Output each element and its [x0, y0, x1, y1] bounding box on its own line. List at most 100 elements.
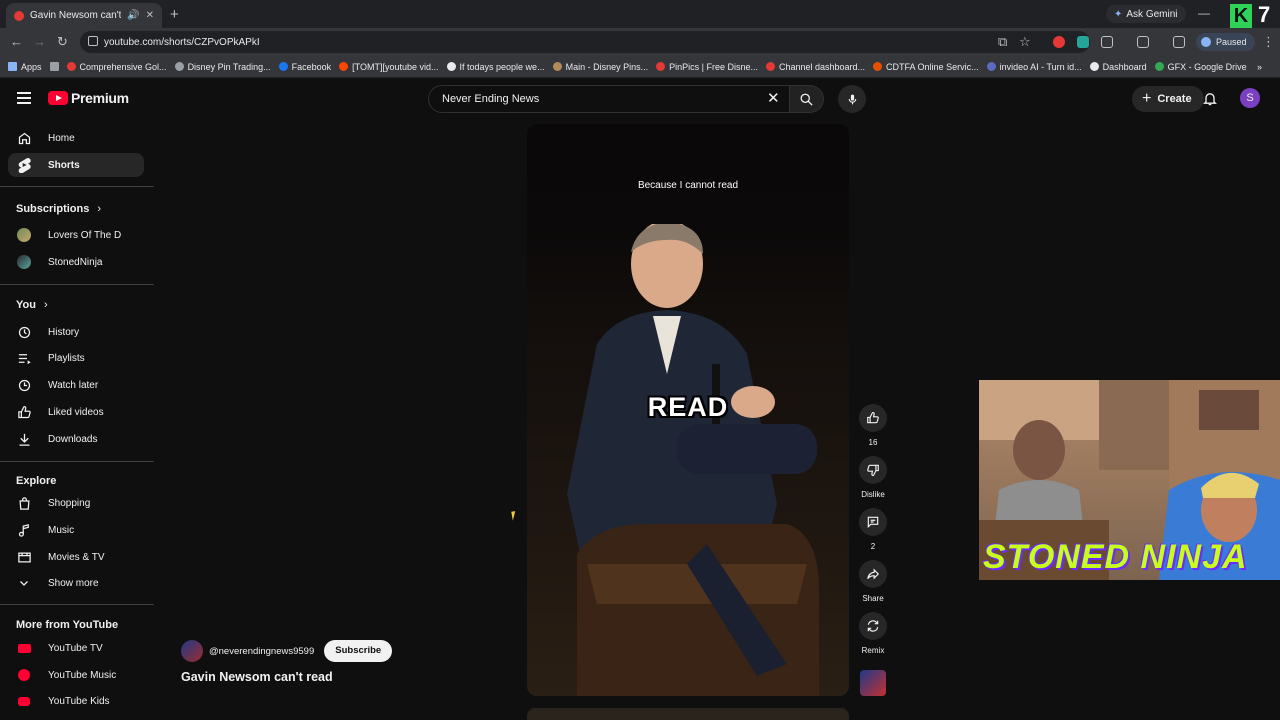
- sidebar-item-label: Show more: [48, 577, 99, 589]
- search-input[interactable]: Never Ending News: [428, 85, 790, 113]
- back-icon[interactable]: ←: [10, 34, 23, 49]
- search-button[interactable]: [790, 85, 824, 113]
- more-from-youtube-heading: More from YouTube: [16, 619, 119, 631]
- notifications-icon[interactable]: [1202, 90, 1218, 112]
- channel-avatar[interactable]: [181, 640, 203, 662]
- tiktok-icon: [446, 62, 456, 71]
- sidebar-item-playlists[interactable]: Playlists: [8, 346, 144, 370]
- sidebar-item-liked-videos[interactable]: Liked videos: [8, 400, 144, 424]
- sidebar-item-show-more[interactable]: Show more: [8, 571, 144, 595]
- sidebar-item-home[interactable]: Home: [8, 126, 144, 150]
- profile-paused-button[interactable]: Paused: [1196, 33, 1255, 51]
- gemini-icon: ✦: [1114, 8, 1123, 20]
- explore-heading: Explore: [16, 475, 57, 487]
- youtube-kids-icon: [16, 693, 32, 709]
- youtube-header: Premium Never Ending News ✕ + Create S: [0, 78, 1280, 120]
- reload-icon[interactable]: ↻: [57, 34, 68, 50]
- bookmark-item[interactable]: CDTFA Online Servic...: [873, 62, 979, 72]
- logo-text: Premium: [71, 90, 129, 106]
- account-avatar[interactable]: S: [1240, 88, 1260, 108]
- create-button[interactable]: + Create: [1132, 86, 1204, 112]
- extensions-puzzle-icon[interactable]: [1101, 36, 1113, 48]
- speaker-icon[interactable]: 🔊: [127, 10, 139, 21]
- bookmark-star-icon[interactable]: ☆: [1019, 34, 1031, 50]
- bookmark-item[interactable]: Comprehensive Gol...: [66, 62, 167, 72]
- tab-title: Gavin Newsom can't read: [30, 10, 122, 21]
- extension-red-icon[interactable]: [1053, 36, 1065, 48]
- like-button[interactable]: 16: [858, 404, 888, 447]
- sidebar-item-youtube-music[interactable]: YouTube Music: [8, 663, 144, 687]
- next-short-preview[interactable]: [527, 708, 849, 720]
- new-tab-icon[interactable]: +: [170, 6, 179, 23]
- menu-icon[interactable]: [17, 92, 31, 104]
- bookmark-item[interactable]: If todays people we...: [446, 62, 545, 72]
- chevron-down-icon: [16, 575, 32, 591]
- thumbs-up-icon: [859, 404, 887, 432]
- voice-search-button[interactable]: [838, 85, 866, 113]
- bookmark-grid[interactable]: [49, 62, 59, 71]
- audio-source-thumbnail[interactable]: [860, 670, 886, 696]
- sidebar-item-label: YouTube TV: [48, 642, 103, 654]
- comment-icon: [859, 508, 887, 536]
- close-tab-icon[interactable]: ✕: [146, 10, 154, 21]
- install-app-icon[interactable]: ⧉: [998, 34, 1007, 50]
- sidebar-item-history[interactable]: History: [8, 320, 144, 344]
- sidebar-item-watch-later[interactable]: Watch later: [8, 373, 144, 397]
- bookmark-favicon-icon: [552, 62, 562, 71]
- share-button[interactable]: Share: [858, 560, 888, 603]
- profile-status: Paused: [1216, 37, 1247, 47]
- ask-gemini-button[interactable]: ✦ Ask Gemini: [1106, 5, 1186, 23]
- subscribe-button[interactable]: Subscribe: [324, 640, 393, 662]
- bookmark-item[interactable]: [TOMT][youtube vid...: [339, 62, 439, 72]
- bookmark-apps[interactable]: Apps: [8, 62, 42, 72]
- remix-button[interactable]: Remix: [858, 612, 888, 655]
- extension-teal-icon[interactable]: [1077, 36, 1089, 48]
- sidebar-item-movies-tv[interactable]: Movies & TV: [8, 545, 144, 569]
- sidebar-item-label: YouTube Music: [48, 669, 117, 681]
- sidebar-item-shopping[interactable]: Shopping: [8, 491, 144, 515]
- bookmark-item[interactable]: Channel dashboard...: [765, 62, 865, 72]
- bookmark-item[interactable]: Facebook: [278, 62, 331, 72]
- sidebar-item-label: Shorts: [48, 159, 80, 171]
- forward-icon[interactable]: →: [33, 34, 46, 49]
- sidebar-item-youtube-tv[interactable]: YouTube TV: [8, 636, 144, 660]
- sidebar-item-youtube-kids[interactable]: YouTube Kids: [8, 689, 144, 713]
- sidebar-item-subscription[interactable]: StonedNinja: [8, 250, 144, 274]
- shorts-video-player[interactable]: Because I cannot read READ: [527, 124, 849, 696]
- address-bar[interactable]: youtube.com/shorts/CZPvOPkAPkI: [80, 31, 1090, 53]
- bookmark-item[interactable]: Main - Disney Pins...: [552, 62, 648, 72]
- mouse-cursor-icon: [511, 510, 521, 521]
- bookmarks-overflow-icon[interactable]: »: [1257, 62, 1262, 72]
- browser-tab[interactable]: Gavin Newsom can't read 🔊 ✕: [6, 3, 162, 28]
- bookmark-item[interactable]: Dashboard: [1089, 62, 1147, 72]
- bookmark-item[interactable]: invideo AI - Turn id...: [986, 62, 1082, 72]
- bookmark-item[interactable]: PinPics | Free Disne...: [656, 62, 758, 72]
- minimize-icon[interactable]: —: [1198, 6, 1210, 20]
- sidebar: Home Shorts Subscriptions › Lovers Of Th…: [0, 120, 154, 720]
- sidebar-item-subscription[interactable]: Lovers Of The D: [8, 223, 144, 247]
- sidebar-item-downloads[interactable]: Downloads: [8, 427, 144, 451]
- site-info-icon[interactable]: [88, 36, 98, 46]
- sidebar-item-music[interactable]: Music: [8, 518, 144, 542]
- k-logo-icon: K: [1230, 4, 1252, 28]
- music-note-icon: [16, 522, 32, 538]
- browser-menu-icon[interactable]: ⋮: [1262, 34, 1275, 50]
- split-view-icon[interactable]: [1137, 36, 1149, 48]
- you-heading[interactable]: You ›: [16, 299, 48, 311]
- channel-handle[interactable]: @neverendingnews9599: [209, 646, 314, 657]
- reading-list-icon[interactable]: [1173, 36, 1185, 48]
- sidebar-item-shorts[interactable]: Shorts: [8, 153, 144, 177]
- bookmark-favicon-icon: [174, 62, 184, 71]
- subscriptions-heading[interactable]: Subscriptions ›: [16, 203, 101, 215]
- dislike-button[interactable]: Dislike: [858, 456, 888, 499]
- ask-gemini-label: Ask Gemini: [1126, 8, 1178, 20]
- youtube-icon: [765, 62, 775, 71]
- video-caption: Because I cannot read: [637, 180, 739, 191]
- clear-search-icon[interactable]: ✕: [767, 89, 780, 107]
- bookmark-item[interactable]: GFX - Google Drive: [1154, 62, 1247, 72]
- comments-button[interactable]: 2: [858, 508, 888, 551]
- url-text: youtube.com/shorts/CZPvOPkAPkI: [104, 36, 260, 48]
- youtube-premium-logo[interactable]: Premium: [48, 90, 129, 106]
- sidebar-item-label: Movies & TV: [48, 551, 105, 563]
- bookmark-item[interactable]: Disney Pin Trading...: [174, 62, 271, 72]
